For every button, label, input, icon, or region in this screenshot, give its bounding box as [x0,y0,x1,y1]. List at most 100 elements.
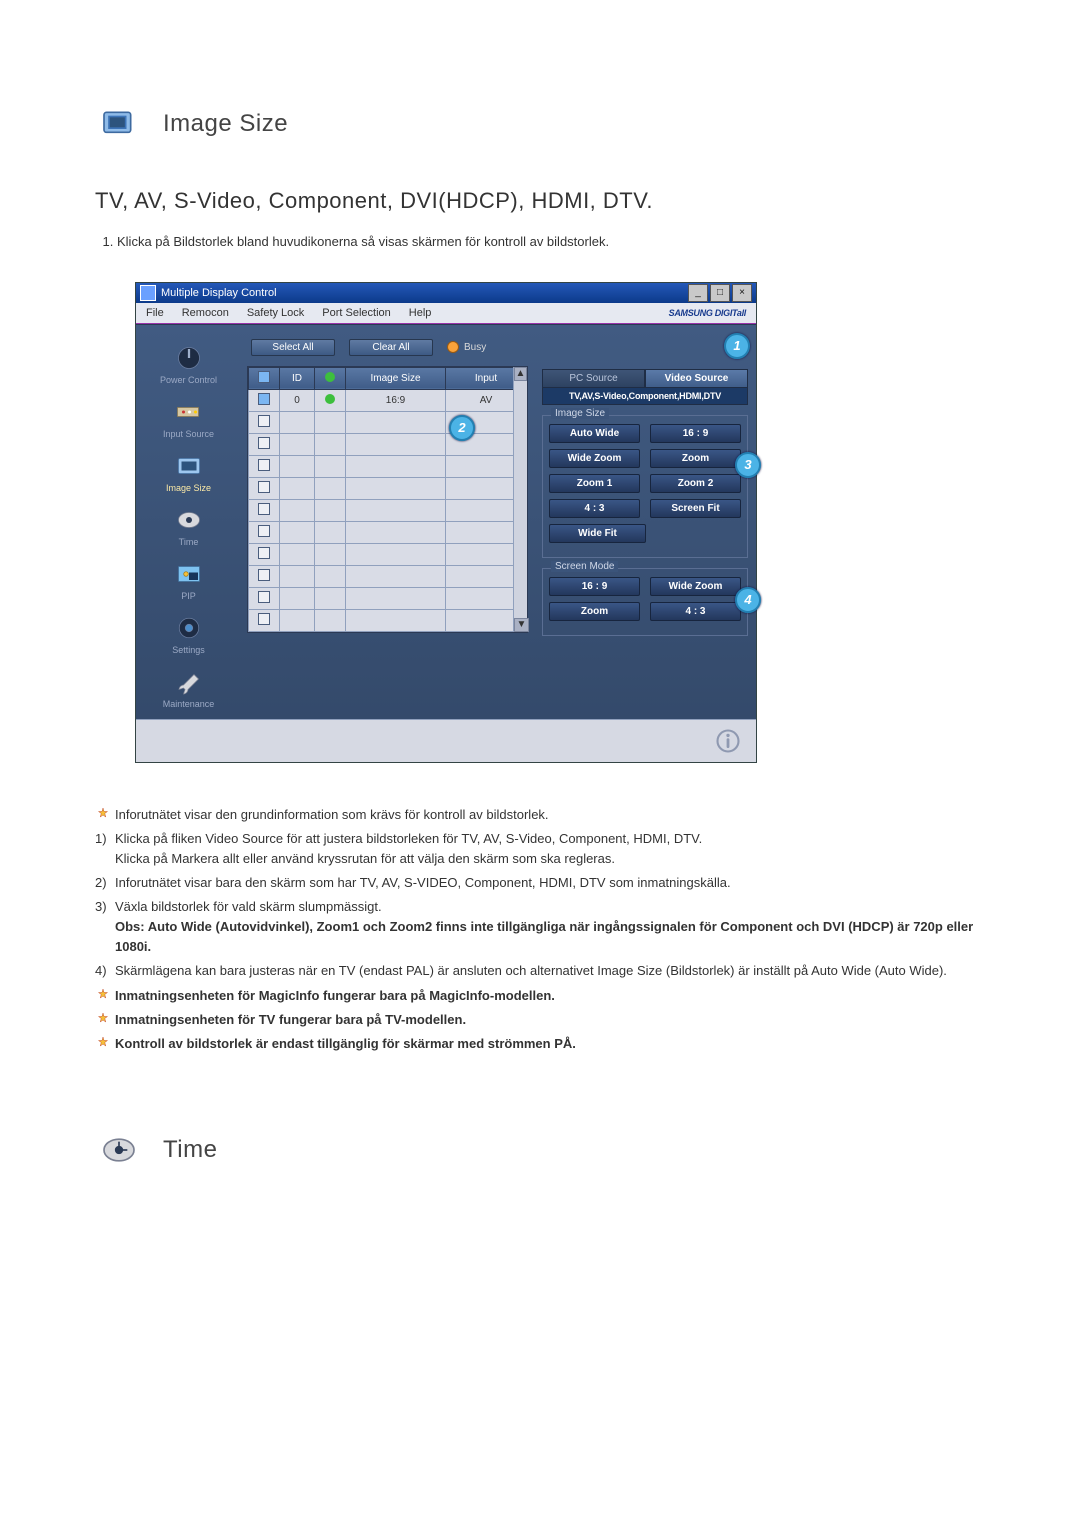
intro-item: Klicka på Bildstorlek bland huvudikonern… [117,232,1000,252]
header-checkbox[interactable] [258,371,270,383]
note-star2: Inmatningsenheten för MagicInfo fungerar… [115,984,1000,1008]
nav-settings[interactable]: Settings [172,613,205,655]
table-row [249,411,527,433]
nav-image-size[interactable]: Image Size [166,451,211,493]
note-star3: Inmatningsenheten för TV fungerar bara p… [115,1008,1000,1032]
nav-label: Image Size [166,483,211,493]
star-icon [95,1010,111,1030]
nav-maintenance[interactable]: Maintenance [163,667,215,709]
branding: SAMSUNG DIGITall [669,308,746,318]
btn-sm-wide-zoom[interactable]: Wide Zoom [650,577,741,596]
menu-remocon[interactable]: Remocon [182,307,229,319]
info-icon [714,727,742,755]
row-checkbox[interactable] [258,437,270,449]
close-button[interactable]: × [732,284,752,302]
section-title-time: Time [163,1136,217,1164]
section-heading-time: Time [95,1126,1000,1174]
table-header-row: ID Image Size Input [249,367,527,389]
app-icon [140,285,156,301]
row-checkbox[interactable] [258,591,270,603]
callout-4: 4 [735,587,761,613]
note-4: Skärmlägena kan bara justeras när en TV … [115,959,1000,983]
table-row [249,499,527,521]
status-dot-icon [325,394,335,404]
col-status [315,367,346,389]
group-screen-mode: Screen Mode 16 : 9Wide Zoom Zoom4 : 3 4 [542,568,748,636]
btn-zoom[interactable]: Zoom [650,449,741,468]
note-3a: Växla bildstorlek för vald skärm slumpmä… [115,899,382,914]
minimize-button[interactable]: _ [688,284,708,302]
time-icon [95,1126,143,1174]
menu-file[interactable]: File [146,307,164,319]
cell-id: 0 [280,389,315,411]
busy-label: Busy [464,342,486,353]
row-checkbox[interactable] [258,613,270,625]
note-2: Inforutnätet visar bara den skärm som ha… [115,871,1000,895]
btn-auto-wide[interactable]: Auto Wide [549,424,640,443]
nav-input-source[interactable]: Input Source [163,397,214,439]
mdc-window: Multiple Display Control _ □ × File Remo… [135,282,757,763]
info-grid: ID Image Size Input 0 16:9 AV [247,366,528,633]
btn-sm-4-3[interactable]: 4 : 3 [650,602,741,621]
btn-zoom-1[interactable]: Zoom 1 [549,474,640,493]
cell-image-size: 16:9 [346,389,446,411]
row-checkbox[interactable] [258,481,270,493]
titlebar: Multiple Display Control _ □ × [136,283,756,303]
select-all-button[interactable]: Select All [251,339,335,356]
tab-video-source[interactable]: Video Source [645,369,748,388]
row-checkbox[interactable] [258,415,270,427]
clear-all-button[interactable]: Clear All [349,339,433,356]
btn-screen-fit[interactable]: Screen Fit [650,499,741,518]
top-controls: Select All Clear All Busy [247,339,528,356]
table-row[interactable]: 0 16:9 AV [249,389,527,411]
source-tabs: PC Source Video Source [542,369,748,388]
btn-zoom-2[interactable]: Zoom 2 [650,474,741,493]
nav-time[interactable]: Time [174,505,204,547]
app-footer [136,719,756,762]
image-size-icon [95,100,143,148]
note-star1: Inforutnätet visar den grundinformation … [115,803,1000,827]
btn-4-3[interactable]: 4 : 3 [549,499,640,518]
group-image-size: Image Size Auto Wide16 : 9 Wide ZoomZoom… [542,415,748,558]
maximize-button[interactable]: □ [710,284,730,302]
btn-16-9[interactable]: 16 : 9 [650,424,741,443]
intro-list: Klicka på Bildstorlek bland huvudikonern… [95,232,1000,252]
nav-label: Input Source [163,429,214,439]
window-title: Multiple Display Control [161,287,277,299]
row-checkbox[interactable] [258,459,270,471]
nav-pip[interactable]: PIP [174,559,204,601]
col-image-size[interactable]: Image Size [346,367,446,389]
row-checkbox[interactable] [258,569,270,581]
nav-power-control[interactable]: Power Control [160,343,217,385]
nav-label: Time [179,537,199,547]
menu-help[interactable]: Help [409,307,432,319]
btn-sm-16-9[interactable]: 16 : 9 [549,577,640,596]
nav-label: Power Control [160,375,217,385]
leftnav: Power Control Input Source Image Size Ti… [136,325,241,719]
busy-dot-icon [447,341,459,353]
table-row [249,565,527,587]
menu-safety-lock[interactable]: Safety Lock [247,307,304,319]
busy-indicator: Busy [447,341,486,353]
row-checkbox[interactable] [258,547,270,559]
btn-wide-fit[interactable]: Wide Fit [549,524,646,543]
note-1b: Klicka på Markera allt eller använd krys… [115,851,615,866]
col-id[interactable]: ID [280,367,315,389]
callout-2: 2 [449,415,475,441]
row-checkbox[interactable] [258,503,270,515]
nav-label: Maintenance [163,699,215,709]
app-body: Power Control Input Source Image Size Ti… [136,324,756,719]
nav-label: Settings [172,645,205,655]
row-checkbox[interactable] [258,393,270,405]
tab-pc-source[interactable]: PC Source [542,369,645,388]
row-checkbox[interactable] [258,525,270,537]
callout-3: 3 [735,452,761,478]
menu-port-selection[interactable]: Port Selection [322,307,390,319]
btn-wide-zoom[interactable]: Wide Zoom [549,449,640,468]
section-subheading: TV, AV, S-Video, Component, DVI(HDCP), H… [95,188,1000,214]
btn-sm-zoom[interactable]: Zoom [549,602,640,621]
section-title: Image Size [163,110,288,138]
table-row [249,477,527,499]
table-row [249,433,527,455]
scrollbar[interactable]: ▲ ▼ [513,367,527,632]
